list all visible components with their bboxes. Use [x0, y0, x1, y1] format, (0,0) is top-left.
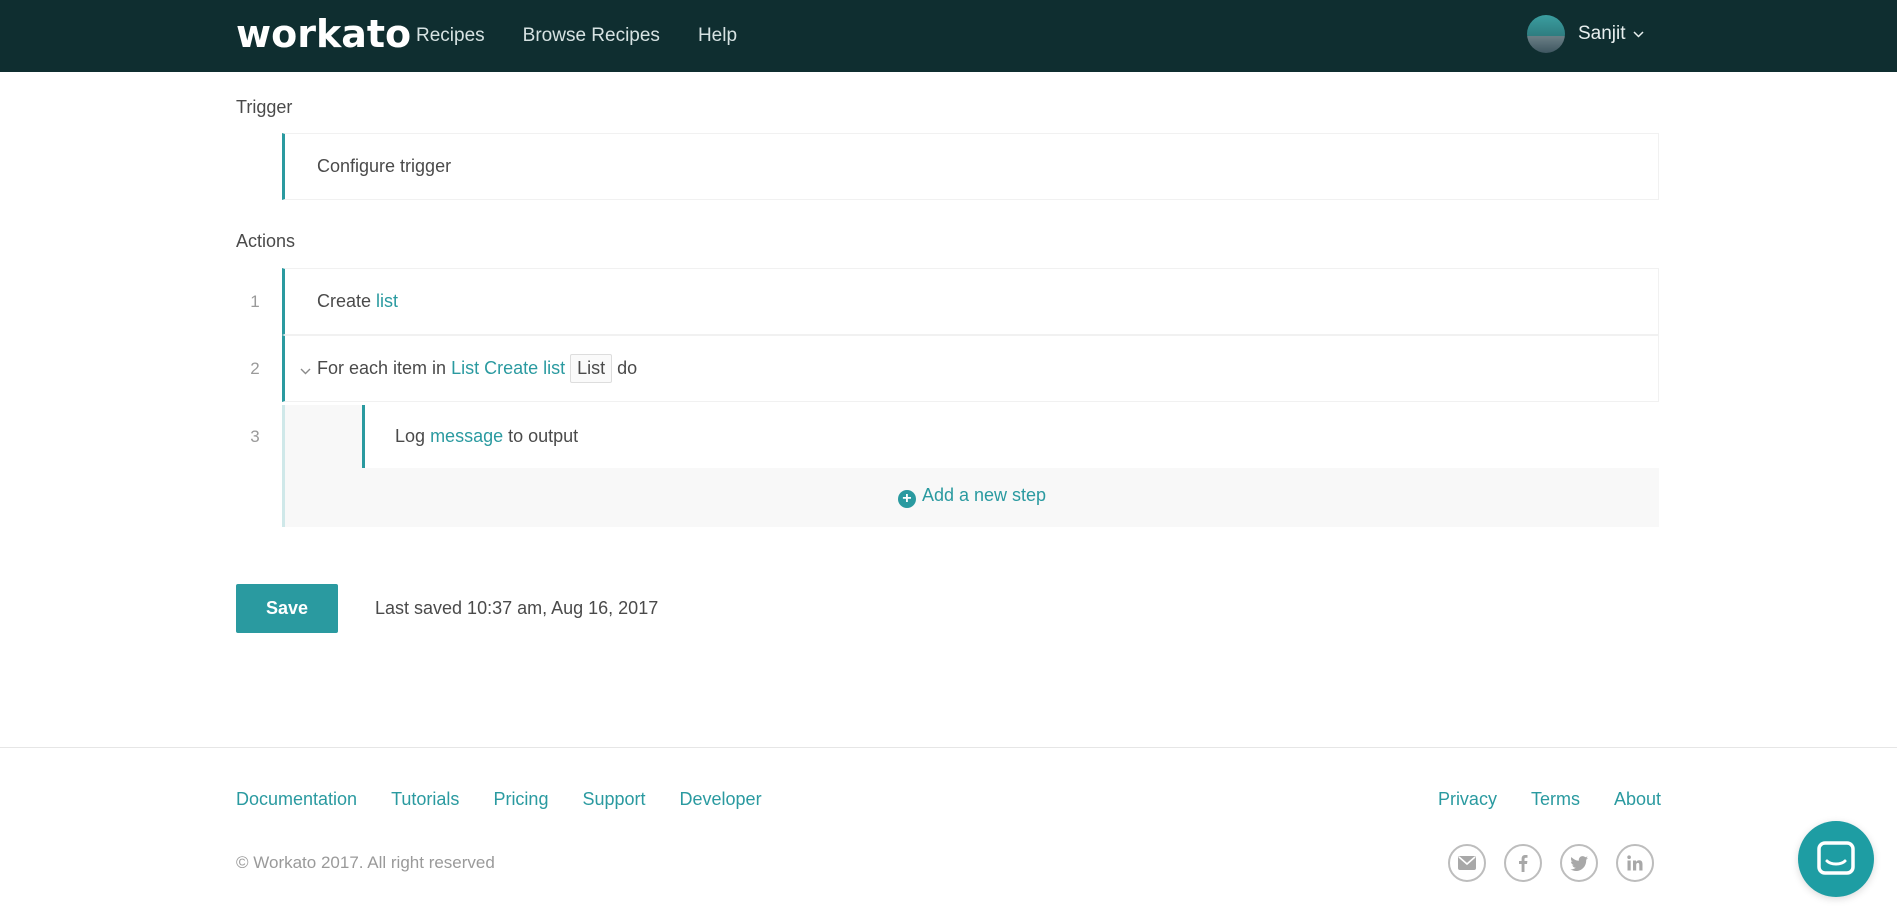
- last-saved-text: Last saved 10:37 am, Aug 16, 2017: [375, 598, 659, 618]
- datapill[interactable]: List: [570, 354, 613, 383]
- twitter-icon[interactable]: [1560, 844, 1598, 882]
- add-step-label: Add a new step: [921, 485, 1047, 505]
- step-text: Create list: [285, 291, 398, 312]
- user-name: Sanjit: [1578, 23, 1626, 44]
- chat-icon: [1817, 841, 1855, 875]
- footer-link-tutorials[interactable]: Tutorials: [391, 789, 459, 810]
- nav-browse-recipes[interactable]: Browse Recipes: [523, 25, 660, 47]
- user-menu[interactable]: Sanjit: [1527, 15, 1644, 53]
- linkedin-icon[interactable]: [1616, 844, 1654, 882]
- footer-link-privacy[interactable]: Privacy: [1438, 789, 1497, 810]
- plus-circle-icon: +: [897, 490, 916, 508]
- facebook-icon[interactable]: [1504, 844, 1542, 882]
- copyright: © Workato 2017. All right reserved: [236, 853, 495, 872]
- loop-body: Log message to output + Add a new step: [282, 405, 1659, 527]
- footer-link-developer[interactable]: Developer: [680, 789, 762, 810]
- step-suffix: do: [617, 358, 638, 378]
- add-new-step-button[interactable]: + Add a new step: [285, 485, 1659, 508]
- footer-link-about[interactable]: About: [1614, 789, 1661, 810]
- footer-link-terms[interactable]: Terms: [1531, 789, 1580, 810]
- footer-link-documentation[interactable]: Documentation: [236, 789, 357, 810]
- nav-recipes[interactable]: Recipes: [416, 25, 485, 47]
- step-suffix: to output: [508, 426, 579, 446]
- action-step-1[interactable]: Create list: [282, 268, 1659, 335]
- email-icon[interactable]: [1448, 844, 1486, 882]
- step-object-link[interactable]: List Create list: [451, 358, 565, 378]
- avatar: [1527, 15, 1565, 53]
- footer-link-pricing[interactable]: Pricing: [493, 789, 548, 810]
- step-verb: Create: [317, 291, 372, 311]
- step-text: Log message to output: [365, 426, 578, 447]
- step-verb: Log: [395, 426, 426, 446]
- step-object-link[interactable]: message: [430, 426, 503, 446]
- step-number: 1: [250, 292, 260, 311]
- nav-help[interactable]: Help: [698, 25, 737, 47]
- actions-section-label: Actions: [236, 231, 296, 251]
- step-verb: For each item in: [317, 358, 447, 378]
- step-number: 2: [250, 359, 260, 378]
- workato-logo[interactable]: workato: [236, 12, 411, 56]
- collapse-chevron-icon[interactable]: [300, 362, 311, 380]
- footer-link-support[interactable]: Support: [582, 789, 645, 810]
- trigger-section-label: Trigger: [236, 97, 293, 117]
- step-text: For each item in List Create list List d…: [285, 354, 637, 383]
- chevron-down-icon: [1633, 27, 1644, 41]
- footer-divider: [0, 747, 1897, 748]
- footer-links-right: Privacy Terms About: [1438, 789, 1661, 810]
- action-step-3[interactable]: Log message to output: [362, 405, 1659, 468]
- action-step-2[interactable]: For each item in List Create list List d…: [282, 335, 1659, 402]
- social-links: [1448, 844, 1654, 882]
- save-button[interactable]: Save: [236, 584, 338, 633]
- trigger-card-text: Configure trigger: [317, 156, 452, 176]
- chat-launcher-button[interactable]: [1798, 821, 1874, 897]
- footer-links-left: Documentation Tutorials Pricing Support …: [236, 789, 762, 810]
- trigger-card[interactable]: Configure trigger: [282, 133, 1659, 200]
- step-number: 3: [250, 427, 260, 446]
- step-object-link[interactable]: list: [376, 291, 398, 311]
- main-nav: Recipes Browse Recipes Help: [416, 25, 737, 47]
- top-navbar: workato Recipes Browse Recipes Help Sanj…: [0, 0, 1897, 72]
